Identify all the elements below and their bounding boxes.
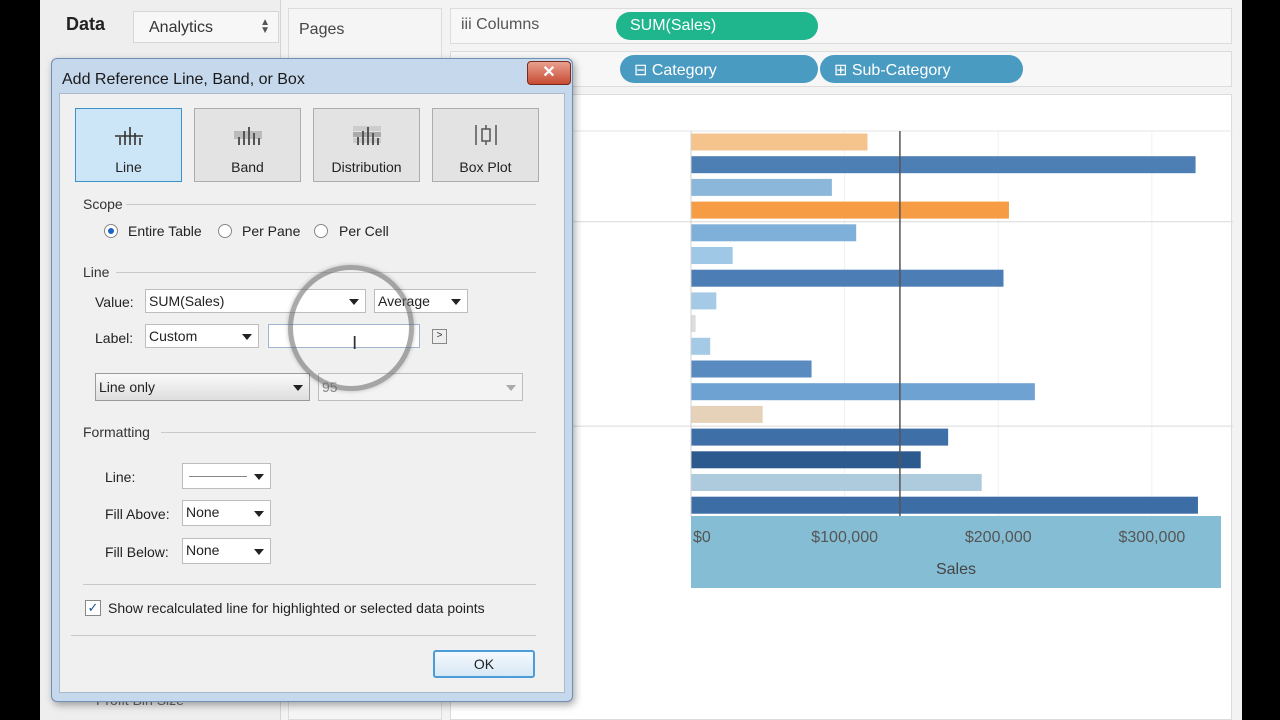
x-tick-label: $200,000	[965, 529, 1032, 546]
fill-below-select[interactable]: None	[182, 538, 271, 564]
bar	[691, 451, 921, 469]
fill-above-label: Fill Above:	[105, 506, 170, 522]
scope-per-pane-radio[interactable]	[218, 224, 232, 238]
type-band-button[interactable]: Band	[194, 108, 301, 182]
fill-above-select[interactable]: None	[182, 500, 271, 526]
pill-category[interactable]: ⊟ Category	[620, 55, 818, 83]
x-axis-title: Sales	[936, 561, 976, 578]
footer-divider-bottom	[71, 635, 536, 636]
label-label: Label:	[95, 330, 134, 346]
line-type-icon	[114, 127, 143, 145]
bar	[691, 269, 1004, 287]
bar	[691, 428, 949, 446]
formatting-heading: Formatting	[83, 424, 150, 440]
columns-shelf[interactable]: iii Columns	[450, 8, 1232, 44]
value-label: Value:	[95, 294, 134, 310]
columns-shelf-label: iii Columns	[461, 16, 540, 33]
band-type-icon	[233, 127, 262, 145]
scope-heading: Scope	[83, 196, 123, 212]
line-style-select[interactable]: Line only	[95, 373, 310, 401]
text-cursor-icon: I	[352, 333, 358, 354]
bar	[691, 315, 696, 333]
chevron-down-icon	[451, 299, 461, 305]
bar	[691, 224, 857, 242]
pages-title: Pages	[299, 21, 345, 38]
close-button[interactable]: ✕	[527, 61, 571, 85]
bar	[691, 178, 832, 196]
x-tick-label: $100,000	[811, 529, 878, 546]
fill-below-select-text: None	[186, 542, 220, 558]
type-line-button[interactable]: Line	[75, 108, 182, 182]
close-icon: ✕	[542, 64, 556, 81]
chevron-down-icon	[242, 334, 252, 340]
value-select-text: SUM(Sales)	[149, 293, 225, 309]
type-distribution-label: Distribution	[331, 159, 402, 175]
scope-divider	[126, 204, 536, 205]
bar	[691, 405, 763, 423]
bar	[691, 383, 1035, 401]
bar	[691, 201, 1009, 219]
chevron-down-icon	[506, 385, 516, 391]
bar	[691, 474, 982, 491]
bar	[691, 292, 717, 310]
bar	[691, 496, 1198, 514]
chevron-down-icon	[254, 474, 264, 480]
bar	[691, 337, 711, 355]
type-line-label: Line	[115, 159, 142, 175]
type-distribution-button[interactable]: Distribution	[313, 108, 420, 182]
line-sample	[189, 476, 247, 477]
x-tick-label: $300,000	[1119, 529, 1186, 546]
scope-entire-table-label: Entire Table	[128, 223, 202, 239]
chevron-down-icon	[254, 511, 264, 517]
chevron-down-icon	[254, 549, 264, 555]
dialog-body: Line Band Distribution Box Plot Scope En…	[59, 93, 565, 693]
fill-above-select-text: None	[186, 504, 220, 520]
line-heading: Line	[83, 264, 110, 280]
box-plot-type-icon	[474, 125, 497, 145]
line-style-select-text: Line only	[99, 379, 156, 395]
scope-per-cell-label: Per Cell	[339, 223, 389, 239]
tab-data[interactable]: Data	[66, 14, 105, 35]
type-band-label: Band	[231, 159, 264, 175]
type-box-plot-button[interactable]: Box Plot	[432, 108, 539, 182]
type-box-plot-label: Box Plot	[459, 159, 512, 175]
reference-line-dialog: Add Reference Line, Band, or Box ✕ Line …	[51, 58, 573, 702]
formatting-divider	[161, 432, 536, 433]
bar	[691, 133, 868, 151]
pill-sub-category[interactable]: ⊞ Sub-Category	[820, 55, 1023, 83]
line-format-select[interactable]	[182, 463, 271, 489]
fill-below-label: Fill Below:	[105, 544, 169, 560]
chevron-down-icon	[293, 385, 303, 391]
footer-divider-top	[83, 584, 536, 585]
bar	[691, 156, 1196, 174]
dialog-title: Add Reference Line, Band, or Box	[62, 71, 305, 88]
line-format-label: Line:	[105, 469, 136, 485]
tableau-workspace: Data Analytics ▲▼ Profit Bin Size Pages …	[40, 0, 1242, 720]
label-type-select-text: Custom	[149, 328, 198, 344]
pill-sum-sales[interactable]: SUM(Sales)	[616, 12, 818, 40]
recalculated-line-label: Show recalculated line for highlighted o…	[108, 600, 485, 616]
sort-arrows-icon: ▲ ▼	[260, 17, 270, 36]
tab-analytics-label: Analytics	[149, 19, 214, 36]
scope-per-pane-label: Per Pane	[242, 223, 301, 239]
cursor-highlight-ring	[288, 265, 414, 391]
ok-button[interactable]: OK	[433, 650, 535, 678]
distribution-type-icon	[352, 126, 381, 145]
bar	[691, 247, 733, 264]
insert-field-button[interactable]: >	[432, 329, 447, 344]
scope-entire-table-radio[interactable]	[104, 224, 118, 238]
recalculated-line-checkbox[interactable]: ✓	[85, 600, 101, 616]
bar	[691, 360, 812, 378]
x-tick-label: $0	[693, 529, 711, 546]
tab-analytics[interactable]: Analytics ▲ ▼	[133, 11, 279, 43]
scope-per-cell-radio[interactable]	[314, 224, 328, 238]
label-type-select[interactable]: Custom	[145, 324, 259, 348]
